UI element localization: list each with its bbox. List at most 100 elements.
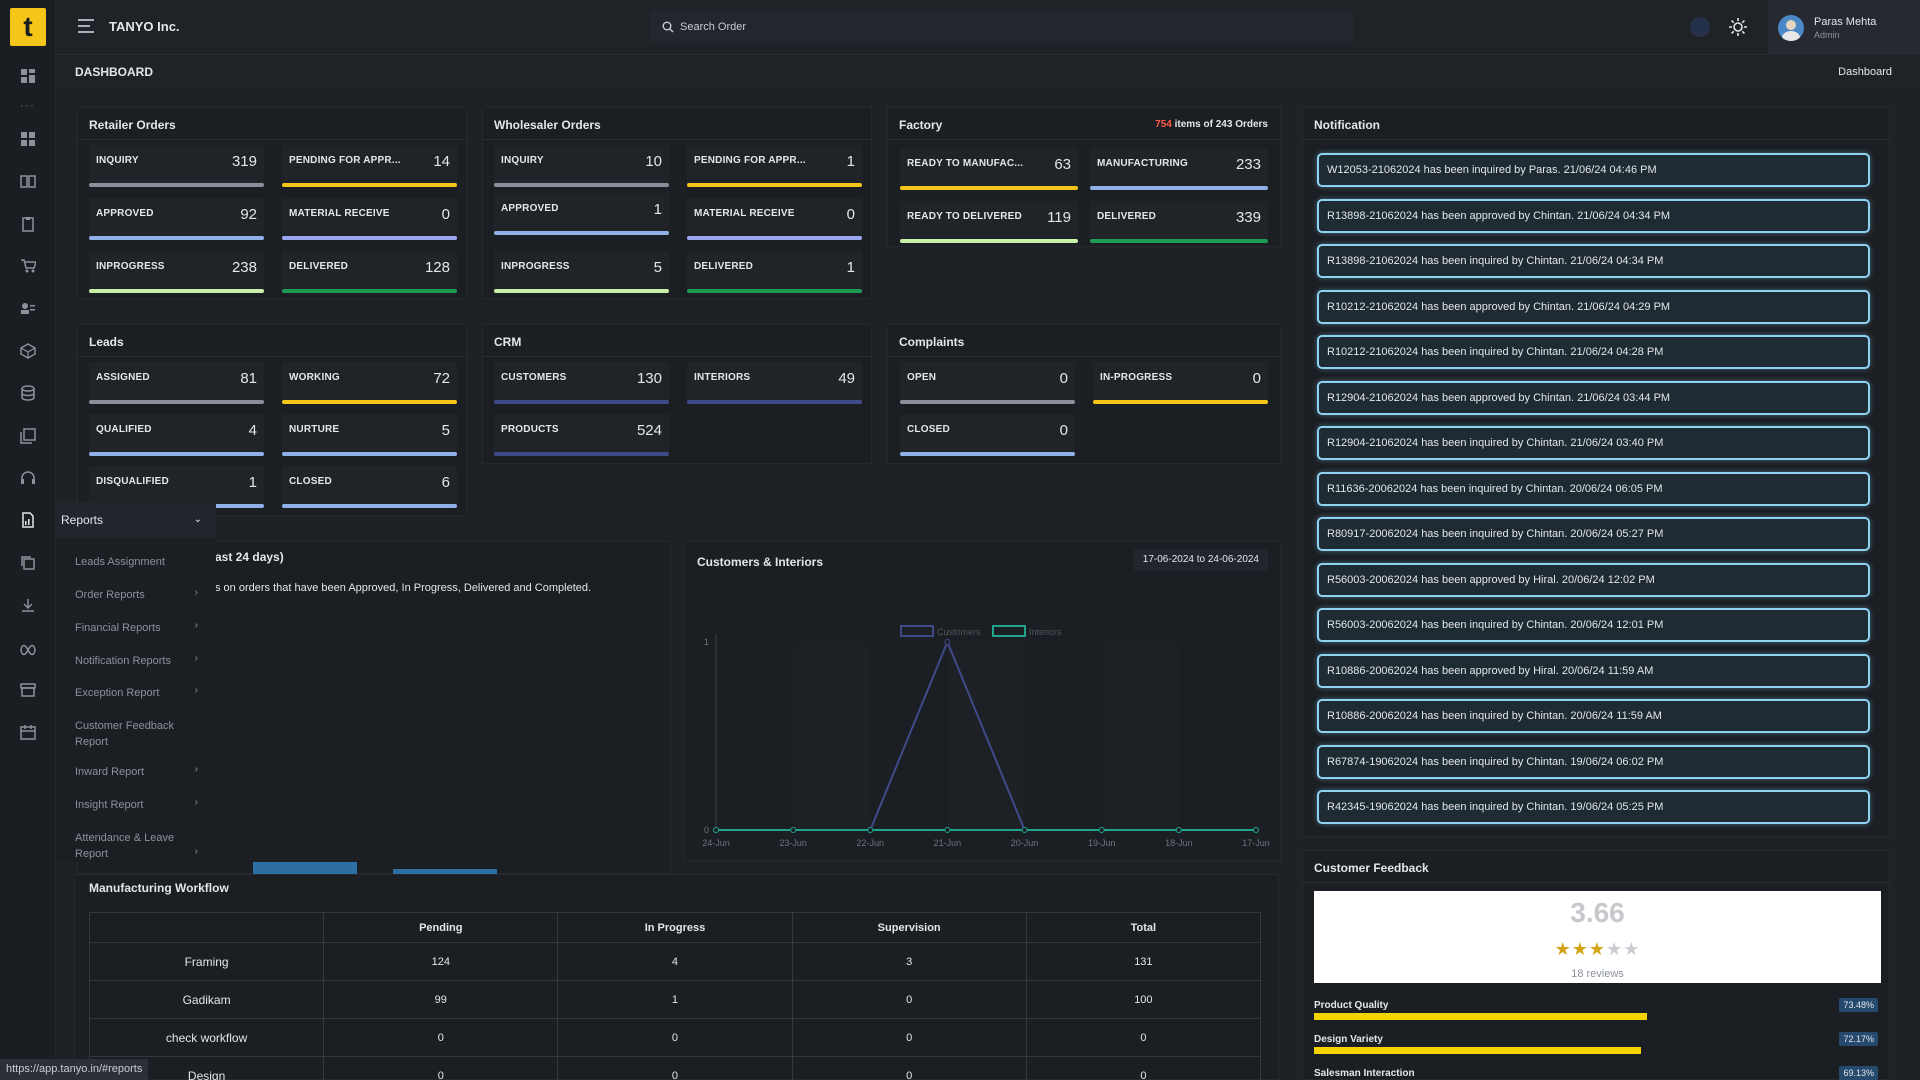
menu-toggle-icon[interactable] (78, 19, 94, 33)
stat-value: 1 (846, 259, 855, 276)
stat-value: 10 (645, 153, 662, 170)
top-header: TANYO Inc. Paras Mehta Admin (56, 0, 1920, 55)
stat-card[interactable]: READY TO MANUFAC... 63 (900, 148, 1078, 190)
stat-card[interactable]: OPEN 0 (900, 362, 1075, 404)
series-point-customers (944, 639, 951, 645)
stat-card[interactable]: CLOSED 6 (282, 466, 457, 508)
stat-card[interactable]: MATERIAL RECEIVE 0 (687, 198, 862, 240)
stat-card[interactable]: INQUIRY 10 (494, 145, 669, 187)
dashboard-icon[interactable] (20, 68, 36, 84)
report-menu-item[interactable]: Notification Reports (75, 653, 205, 669)
x-tick-label: 19-Jun (1088, 838, 1116, 848)
notification-item[interactable]: R13898-21062024 has been inquired by Chi… (1317, 244, 1870, 278)
notification-item[interactable]: W12053-21062024 has been inquired by Par… (1317, 153, 1870, 187)
copy-icon[interactable] (20, 555, 36, 571)
contacts-icon[interactable] (20, 300, 36, 316)
stat-label: IN-PROGRESS (1100, 372, 1173, 383)
notification-item[interactable]: R80917-20062024 has been inquired by Chi… (1317, 517, 1870, 551)
table-row[interactable]: Design 0 0 0 0 (88, 1056, 1262, 1080)
reports-menu-header[interactable]: Reports ⌄ (56, 502, 216, 538)
stat-value: 1 (248, 474, 257, 491)
report-menu-item[interactable]: Insight Report (75, 797, 205, 813)
stat-card[interactable]: DELIVERED 339 (1090, 201, 1268, 243)
table-cell: Framing (88, 942, 325, 981)
table-row[interactable]: check workflow 0 0 0 0 (88, 1018, 1262, 1057)
stat-card[interactable]: ASSIGNED 81 (89, 362, 264, 404)
report-icon[interactable] (20, 512, 36, 528)
chevron-right-icon: › (194, 587, 198, 598)
factory-summary: 754 items of 243 Orders (1155, 119, 1268, 130)
stat-card[interactable]: DELIVERED 128 (282, 251, 457, 293)
notification-item[interactable]: R10886-20062024 has been approved by Hir… (1317, 653, 1870, 688)
report-menu-item[interactable]: Financial Reports (75, 620, 205, 636)
tanyo-logo[interactable]: t (10, 8, 46, 46)
archive-icon[interactable] (20, 682, 36, 698)
stat-card[interactable]: INPROGRESS 238 (89, 251, 264, 293)
clipboard-icon[interactable] (20, 216, 36, 232)
notification-item[interactable]: R10886-20062024 has been inquired by Chi… (1317, 699, 1870, 733)
report-menu-item[interactable]: Leads Assignment (75, 554, 205, 570)
report-menu-item[interactable]: Order Reports (75, 587, 205, 603)
wholesaler-orders-panel: Wholesaler Orders INQUIRY 10 PENDING FOR… (482, 107, 872, 299)
user-menu[interactable]: Paras Mehta Admin (1768, 0, 1920, 55)
notification-item[interactable]: R67874-19062024 has been inquired by Chi… (1317, 744, 1870, 779)
box-icon[interactable] (20, 343, 36, 359)
stat-card[interactable]: DELIVERED 1 (687, 251, 862, 293)
stat-card[interactable]: READY TO DELIVERED 119 (900, 201, 1078, 243)
stat-label: READY TO MANUFAC... (907, 158, 1024, 169)
table-cell: Gadikam (88, 980, 325, 1019)
book-icon[interactable] (20, 173, 36, 189)
notification-item[interactable]: R11636-20062024 has been inquired by Chi… (1317, 471, 1870, 506)
stat-card[interactable]: WORKING 72 (282, 362, 457, 404)
table-cell: 0 (1025, 1018, 1262, 1057)
customers-interiors-chart: Customers & Interiors 17-06-2024 to 24-0… (684, 541, 1281, 861)
report-menu-item[interactable]: Inward Report (75, 764, 205, 780)
headset-icon[interactable] (20, 470, 36, 486)
notification-item[interactable]: R10212-21062024 has been inquired by Chi… (1317, 335, 1870, 369)
stat-card[interactable]: CLOSED 0 (900, 414, 1075, 456)
meta-icon[interactable] (20, 640, 36, 656)
stat-card[interactable]: INTERIORS 49 (687, 362, 862, 404)
search-input[interactable] (680, 21, 1280, 33)
table-row[interactable]: Framing 124 4 3 131 (88, 942, 1262, 981)
stat-card[interactable]: INPROGRESS 5 (494, 251, 669, 293)
grid-icon[interactable] (20, 131, 36, 147)
download-icon[interactable] (20, 597, 36, 613)
theme-toggle-icon[interactable] (1728, 17, 1748, 37)
report-menu-item[interactable]: Attendance & Leave Report (75, 830, 205, 862)
fullscreen-icon[interactable] (1690, 17, 1710, 37)
notification-item[interactable]: R12904-21062024 has been inquired by Chi… (1317, 426, 1870, 460)
stat-card[interactable]: NURTURE 5 (282, 414, 457, 456)
stat-card[interactable]: PRODUCTS 524 (494, 414, 669, 456)
stat-card[interactable]: QUALIFIED 4 (89, 414, 264, 456)
stat-card[interactable]: INQUIRY 319 (89, 145, 264, 187)
breadcrumb[interactable]: Dashboard (1838, 66, 1892, 78)
stat-card[interactable]: PENDING FOR APPR... 1 (687, 145, 862, 187)
report-menu-item[interactable]: Exception Report (75, 685, 205, 701)
table-row[interactable]: Gadikam 99 1 0 100 (88, 980, 1262, 1019)
stat-card[interactable]: IN-PROGRESS 0 (1093, 362, 1268, 404)
notification-item[interactable]: R42345-19062024 has been inquired by Chi… (1317, 790, 1870, 824)
report-menu-item[interactable]: Customer Feedback Report (75, 718, 205, 750)
user-name: Paras Mehta (1814, 15, 1877, 28)
stat-card[interactable]: CUSTOMERS 130 (494, 362, 669, 404)
table-cell: 0 (791, 1056, 1027, 1080)
stat-card[interactable]: MATERIAL RECEIVE 0 (282, 198, 457, 240)
chevron-down-icon: ⌄ (193, 514, 202, 525)
notification-item[interactable]: R56003-20062024 has been approved by Hir… (1317, 562, 1870, 597)
gallery-icon[interactable] (20, 428, 36, 444)
calendar-icon[interactable] (20, 724, 36, 740)
notification-item[interactable]: R56003-20062024 has been inquired by Chi… (1317, 608, 1870, 642)
stat-card[interactable]: APPROVED 1 (494, 193, 669, 235)
notification-item[interactable]: R12904-21062024 has been approved by Chi… (1317, 380, 1870, 415)
stat-card[interactable]: APPROVED 92 (89, 198, 264, 240)
stat-card[interactable]: PENDING FOR APPR... 14 (282, 145, 457, 187)
notification-item[interactable]: R10212-21062024 has been approved by Chi… (1317, 289, 1870, 324)
items-count: 754 (1155, 119, 1172, 130)
notification-item[interactable]: R13898-21062024 has been approved by Chi… (1317, 198, 1870, 233)
cart-icon[interactable] (20, 258, 36, 274)
stat-card[interactable]: MANUFACTURING 233 (1090, 148, 1268, 190)
column-header: Total (1025, 912, 1262, 943)
database-icon[interactable] (20, 385, 36, 401)
search-box[interactable] (650, 11, 1354, 43)
